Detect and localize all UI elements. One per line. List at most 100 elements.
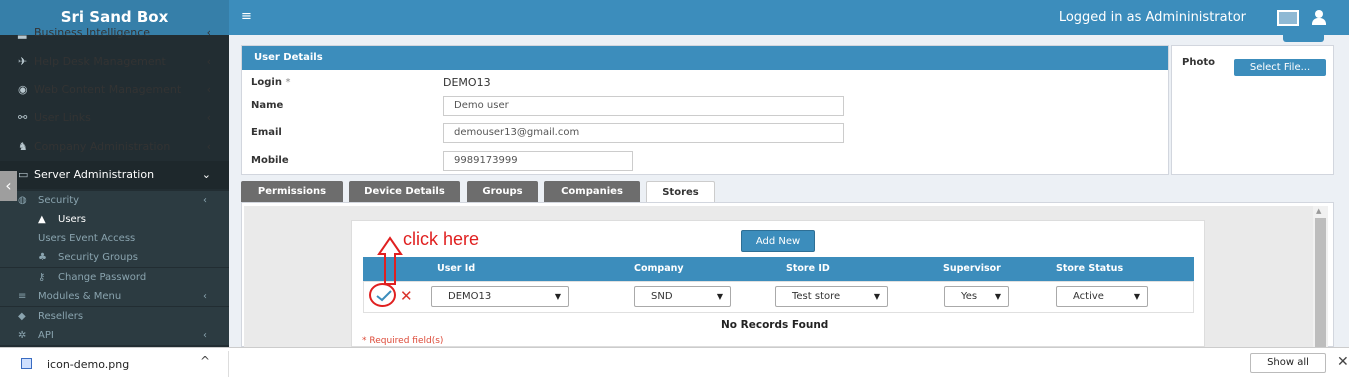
add-new-button[interactable]: Add New <box>741 230 815 252</box>
sidebar-subitem-label: Security <box>38 195 80 206</box>
sidebar-subitem-label: Users <box>58 214 87 225</box>
tab-groups[interactable]: Groups <box>467 181 538 202</box>
no-records-text: No Records Found <box>721 319 829 331</box>
shield-icon: ◍ <box>18 195 27 206</box>
tab-companies[interactable]: Companies <box>544 181 640 202</box>
tab-device-details[interactable]: Device Details <box>349 181 460 202</box>
mobile-field[interactable]: 9989173999 <box>443 151 633 171</box>
gear-icon: ✲ <box>18 330 27 341</box>
scrollbar-thumb[interactable] <box>1315 218 1326 347</box>
sidebar-subitem-api[interactable]: ✲ API ‹ <box>0 326 229 345</box>
logged-in-text: Logged in as Admininistrator <box>1058 10 1246 25</box>
annotation-circle <box>369 283 396 307</box>
company-value: SND <box>651 291 673 302</box>
show-all-button[interactable]: Show all <box>1250 353 1326 373</box>
image-icon[interactable] <box>1277 10 1299 26</box>
sidebar-item-web-content-management[interactable]: ◉ Web Content Management ‹ <box>0 76 229 104</box>
sidebar-item-business-intelligence[interactable]: ▂ Business Intelligence ‹ <box>0 28 229 42</box>
sidebar-subitem-security-groups[interactable]: ♣ Security Groups <box>0 248 229 267</box>
chevron-down-icon: ▼ <box>554 292 561 301</box>
sidebar-subitem-users-event-access[interactable]: Users Event Access <box>0 229 229 248</box>
sidebar-subitem-label: Security Groups <box>58 252 138 263</box>
login-label-text: Login <box>251 77 282 88</box>
name-field[interactable]: Demo user <box>443 96 844 116</box>
sidebar-subitem-label: Resellers <box>38 311 84 322</box>
required-fields-note: * Required field(s) <box>362 336 444 346</box>
email-field[interactable]: demouser13@gmail.com <box>443 123 844 143</box>
chevron-left-icon: ‹ <box>206 28 211 39</box>
sidebar-item-label: Company Administration <box>34 140 171 153</box>
chevron-left-icon: ‹ <box>206 55 211 68</box>
users-icon: ♣ <box>38 252 47 263</box>
col-supervisor: Supervisor <box>943 263 1001 274</box>
tab-permissions[interactable]: Permissions <box>241 181 343 202</box>
link-icon: ⚯ <box>18 111 28 124</box>
supervisor-value: Yes <box>961 291 978 302</box>
key-icon: ⚷ <box>38 272 46 283</box>
sidebar-item-label: Server Administration <box>34 168 155 181</box>
chevron-down-icon: ▼ <box>873 292 880 301</box>
login-value: DEMO13 <box>443 76 491 89</box>
sidebar-subitem-label: Modules & Menu <box>38 291 122 302</box>
user-icon: ▲ <box>38 214 46 225</box>
annotation-click-here: click here <box>403 229 480 249</box>
sidebar-subitem-label: Users Event Access <box>38 233 136 244</box>
sidebar-subitem-resellers[interactable]: ◆ Resellers <box>0 307 229 326</box>
select-file-button[interactable]: Select File... <box>1234 59 1326 76</box>
scroll-up-icon[interactable]: ▲ <box>1316 207 1321 215</box>
user-id-select[interactable]: DEMO13 ▼ <box>431 286 569 307</box>
sidebar-item-label: Business Intelligence <box>34 28 151 39</box>
desktop-icon: ▭ <box>18 168 29 181</box>
sidebar-subitem-security[interactable]: ◍ Security ‹ <box>0 191 229 210</box>
close-icon[interactable]: ✕ <box>400 287 413 305</box>
sidebar-subitem-label: Change Password <box>58 272 147 283</box>
sidebar-item-label: Web Content Management <box>34 83 182 96</box>
col-company: Company <box>634 263 684 274</box>
user-icon[interactable] <box>1311 9 1327 26</box>
col-store-id: Store ID <box>786 263 830 274</box>
sidebar-subitem-users[interactable]: ▲ Users <box>0 210 229 229</box>
sidebar-item-server-administration[interactable]: ▭ Server Administration ⌄ <box>0 161 229 189</box>
bars-icon: ≡ <box>18 291 27 302</box>
required-marker: * <box>285 77 291 88</box>
top-action-button[interactable] <box>1283 35 1324 42</box>
photo-panel: Photo Select File... <box>1171 45 1334 175</box>
chevron-left-icon: ‹ <box>206 111 211 124</box>
sidebar-item-company-administration[interactable]: ♞ Company Administration ‹ <box>0 133 229 161</box>
download-file-name[interactable]: icon-demo.png <box>47 358 129 371</box>
chart-icon: ▂ <box>18 28 27 39</box>
chevron-up-icon[interactable]: ^ <box>200 354 210 368</box>
email-label: Email <box>251 127 282 138</box>
sidebar-item-user-links[interactable]: ⚯ User Links ‹ <box>0 104 229 132</box>
store-id-select[interactable]: Test store ▼ <box>775 286 888 307</box>
photo-label: Photo <box>1182 57 1215 68</box>
sidebar-item-label: Help Desk Management <box>34 55 166 68</box>
name-label: Name <box>251 100 284 111</box>
annotation-arrow-icon <box>377 236 403 285</box>
store-status-select[interactable]: Active ▼ <box>1056 286 1148 307</box>
supervisor-select[interactable]: Yes ▼ <box>944 286 1009 307</box>
sitemap-icon: ♞ <box>18 140 28 153</box>
chevron-left-icon: ‹ <box>203 330 207 341</box>
tab-stores[interactable]: Stores <box>646 181 715 203</box>
col-user-id: User Id <box>437 263 476 274</box>
chevron-left-icon: ‹ <box>203 291 207 302</box>
sidebar-item-label: User Links <box>34 111 91 124</box>
user-details-title: User Details <box>242 46 1168 70</box>
chevron-down-icon: ▼ <box>994 292 1001 301</box>
close-icon[interactable]: ✕ <box>1337 354 1349 370</box>
col-store-status: Store Status <box>1056 263 1124 274</box>
chevron-left-icon: ‹ <box>206 140 211 153</box>
sidebar-collapse-icon[interactable]: ‹ <box>0 171 17 201</box>
tag-icon: ◆ <box>18 311 26 322</box>
sidebar-subitem-modules-menu[interactable]: ≡ Modules & Menu ‹ <box>0 287 229 306</box>
user-details-panel: User Details Login * DEMO13 Name Demo us… <box>241 45 1169 175</box>
company-select[interactable]: SND ▼ <box>634 286 731 307</box>
chevron-left-icon: ‹ <box>203 195 207 206</box>
divider <box>228 351 229 377</box>
sidebar-subitem-change-password[interactable]: ⚷ Change Password <box>0 268 229 287</box>
image-file-icon <box>21 358 32 369</box>
sidebar-toggle-icon[interactable]: ≡ <box>241 9 252 25</box>
store-status-value: Active <box>1073 291 1104 302</box>
sidebar-item-help-desk-management[interactable]: ✈ Help Desk Management ‹ <box>0 48 229 76</box>
